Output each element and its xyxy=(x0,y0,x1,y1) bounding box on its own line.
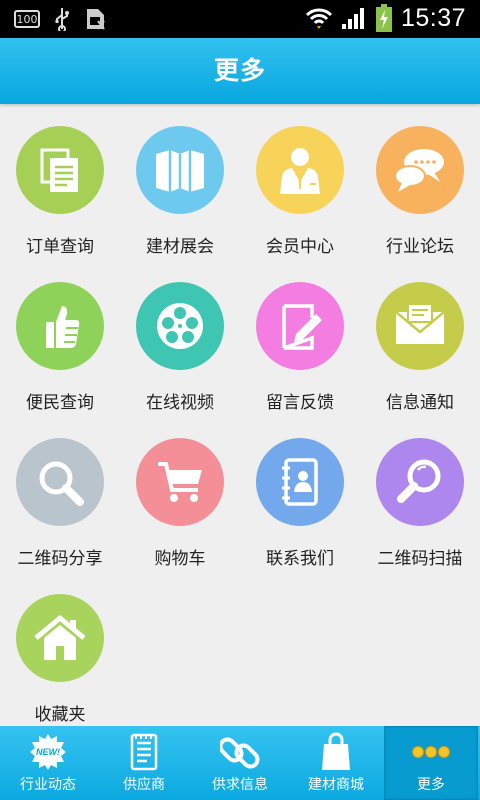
battery-charging-icon xyxy=(375,4,392,32)
tab-materials-mall[interactable]: 建材商城 xyxy=(288,726,384,800)
tab-suppliers[interactable]: 供应商 xyxy=(96,726,192,800)
tab-supply-demand[interactable]: 供求信息 xyxy=(192,726,288,800)
clock: 15:37 xyxy=(400,3,466,32)
menu-item-label: 行业论坛 xyxy=(386,237,454,257)
menu-item-label: 建材展会 xyxy=(146,237,214,257)
menu-item-feedback[interactable]: 留言反馈 xyxy=(240,260,360,416)
menu-item-label: 订单查询 xyxy=(26,237,94,257)
tab-label: 更多 xyxy=(417,777,445,793)
chat-bubbles-icon xyxy=(376,126,464,214)
menu-item-qr-share[interactable]: 二维码分享 xyxy=(0,416,120,572)
menu-item-label: 收藏夹 xyxy=(34,705,86,725)
menu-item-label: 购物车 xyxy=(154,549,206,569)
menu-item-label: 二维码扫描 xyxy=(377,549,463,569)
menu-item-exhibition[interactable]: 建材展会 xyxy=(120,104,240,260)
magnifier-icon xyxy=(16,438,104,526)
usb-icon xyxy=(55,8,69,31)
menu-item-label: 在线视频 xyxy=(146,393,214,413)
scan-magnifier-icon xyxy=(376,438,464,526)
battery-100-icon: 100 xyxy=(14,10,40,28)
sim-icon xyxy=(87,9,105,30)
menu-item-qr-scan[interactable]: 二维码扫描 xyxy=(360,416,480,572)
menu-item-label: 会员中心 xyxy=(266,237,334,257)
shopping-cart-icon xyxy=(136,438,224,526)
menu-item-label: 联系我们 xyxy=(266,549,334,569)
tab-label: 供求信息 xyxy=(212,777,268,793)
page-title: 更多 xyxy=(213,56,266,85)
tab-more[interactable]: 更多 xyxy=(384,726,478,800)
member-icon xyxy=(256,126,344,214)
menu-item-forum[interactable]: 行业论坛 xyxy=(360,104,480,260)
envelope-icon xyxy=(376,282,464,370)
more-dots-icon xyxy=(384,732,478,772)
menu-item-online-video[interactable]: 在线视频 xyxy=(120,260,240,416)
thumbs-up-icon xyxy=(16,282,104,370)
menu-item-label: 便民查询 xyxy=(26,393,94,413)
new-badge-icon: NEW! xyxy=(0,732,96,772)
order-docs-icon xyxy=(16,126,104,214)
new-badge-text: NEW! xyxy=(36,747,60,757)
chain-link-icon xyxy=(192,732,288,772)
edit-note-icon xyxy=(256,282,344,370)
menu-item-shopping-cart[interactable]: 购物车 xyxy=(120,416,240,572)
menu-item-label: 留言反馈 xyxy=(266,393,334,413)
document-list-icon xyxy=(96,732,192,772)
bottom-tab-bar: NEW! 行业动态 供应商 供求信息 建材商城 更多 xyxy=(0,726,480,800)
menu-item-label: 二维码分享 xyxy=(17,549,103,569)
tab-label: 行业动态 xyxy=(20,777,76,793)
wifi-icon xyxy=(305,8,332,29)
menu-item-notifications[interactable]: 信息通知 xyxy=(360,260,480,416)
signal-icon xyxy=(341,8,364,29)
film-reel-icon xyxy=(136,282,224,370)
menu-item-favorites[interactable]: 收藏夹 xyxy=(0,572,120,728)
battery-badge-text: 100 xyxy=(16,12,38,26)
menu-item-order-query[interactable]: 订单查询 xyxy=(0,104,120,260)
home-icon xyxy=(16,594,104,682)
tab-label: 供应商 xyxy=(123,777,165,793)
tab-industry-news[interactable]: NEW! 行业动态 xyxy=(0,726,96,800)
menu-item-label: 信息通知 xyxy=(386,393,454,413)
menu-item-convenience-query[interactable]: 便民查询 xyxy=(0,260,120,416)
map-icon xyxy=(136,126,224,214)
tab-label: 建材商城 xyxy=(308,777,364,793)
status-bar: 100 15:37 xyxy=(0,0,480,38)
contact-book-icon xyxy=(256,438,344,526)
menu-item-member-center[interactable]: 会员中心 xyxy=(240,104,360,260)
shopping-bag-icon xyxy=(288,732,384,772)
title-bar: 更多 xyxy=(0,38,480,104)
menu-item-contact-us[interactable]: 联系我们 xyxy=(240,416,360,572)
